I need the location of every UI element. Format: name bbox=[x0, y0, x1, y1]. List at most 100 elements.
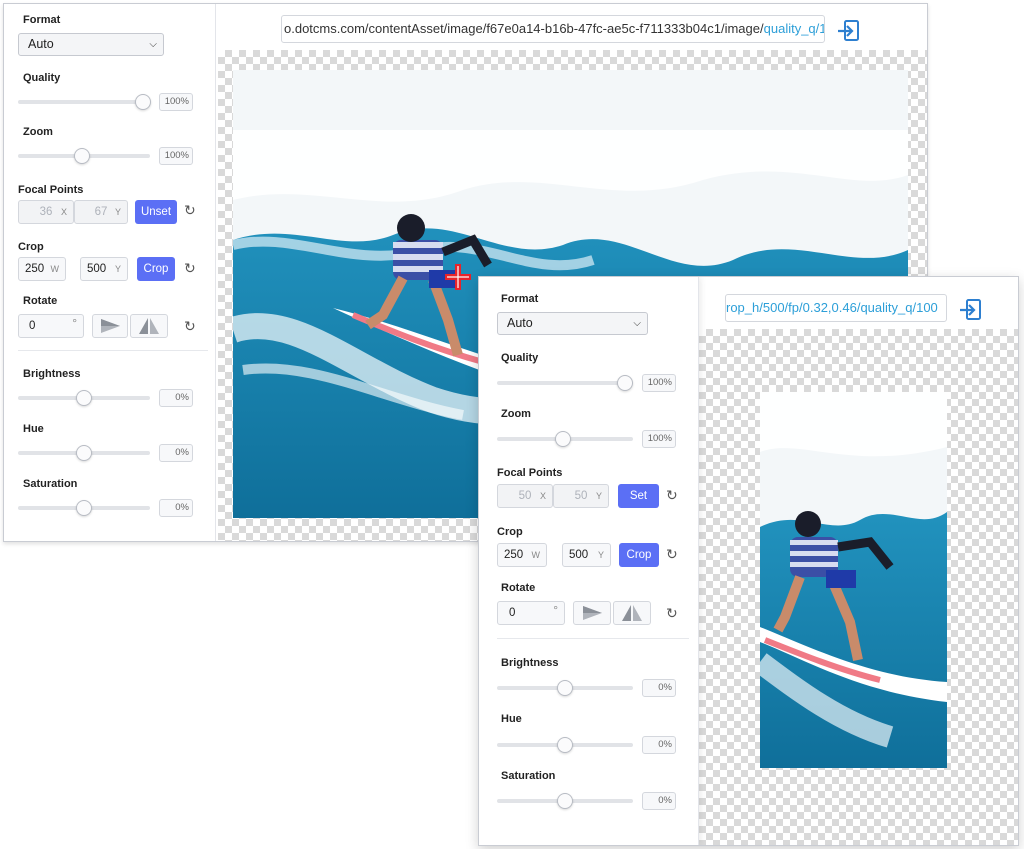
saturation-slider-handle[interactable] bbox=[76, 500, 92, 516]
url-visible: rop_h/500/fp/0.32,0.46/quality_q/100 bbox=[726, 300, 938, 315]
hue-slider-handle[interactable] bbox=[557, 737, 573, 753]
rotate-unit: ° bbox=[72, 316, 77, 330]
flip-vertical-icon bbox=[622, 605, 642, 621]
focal-x-field[interactable]: 50 X bbox=[497, 484, 553, 508]
focal-y-unit: Y bbox=[114, 207, 121, 217]
zoom-label: Zoom bbox=[23, 126, 53, 138]
focal-y-field[interactable]: 67 Y bbox=[74, 200, 128, 224]
crop-width-unit: W bbox=[531, 550, 541, 560]
export-icon[interactable] bbox=[958, 298, 984, 322]
hue-label: Hue bbox=[23, 423, 44, 435]
saturation-value[interactable]: 0% bbox=[642, 792, 676, 810]
format-value: Auto bbox=[28, 37, 54, 51]
flip-vertical-button[interactable] bbox=[613, 601, 651, 625]
saturation-label: Saturation bbox=[501, 770, 556, 782]
crop-width-value: 250 bbox=[25, 263, 45, 275]
rotate-label: Rotate bbox=[23, 295, 58, 307]
quality-slider[interactable] bbox=[18, 100, 150, 104]
reset-icon[interactable]: ↻ bbox=[184, 260, 196, 277]
brightness-value[interactable]: 0% bbox=[159, 389, 193, 407]
focal-y-field[interactable]: 50 Y bbox=[553, 484, 609, 508]
focal-point-crosshair-icon[interactable] bbox=[445, 264, 471, 290]
set-focal-button[interactable]: Set bbox=[618, 484, 659, 508]
quality-slider-handle[interactable] bbox=[617, 375, 633, 391]
rotate-value: 0 bbox=[509, 607, 516, 619]
reset-icon[interactable]: ↻ bbox=[666, 487, 678, 504]
brightness-label: Brightness bbox=[23, 368, 81, 380]
focal-x-unit: X bbox=[60, 207, 67, 217]
crop-height-field[interactable]: 500 Y bbox=[80, 257, 128, 281]
focal-x-value: 50 bbox=[518, 490, 532, 502]
image-url-field[interactable]: rop_h/500/fp/0.32,0.46/quality_q/100 bbox=[725, 294, 947, 322]
chevron-down-icon: ⌵ bbox=[149, 39, 157, 50]
focal-points-label: Focal Points bbox=[18, 184, 84, 196]
cropped-surfer-image bbox=[760, 392, 947, 768]
url-path: o.dotcms.com/contentAsset/image/f67e0a14… bbox=[284, 21, 764, 36]
crop-height-unit: Y bbox=[597, 550, 604, 560]
flip-horizontal-icon bbox=[101, 319, 120, 333]
crop-height-value: 500 bbox=[569, 549, 589, 561]
focal-x-field[interactable]: 36 X bbox=[18, 200, 74, 224]
rotate-unit: ° bbox=[553, 603, 558, 617]
crop-width-field[interactable]: 250 W bbox=[497, 543, 547, 567]
format-select[interactable]: Auto ⌵ bbox=[18, 33, 164, 56]
brightness-label: Brightness bbox=[501, 657, 559, 669]
export-icon[interactable] bbox=[836, 19, 862, 43]
saturation-slider-handle[interactable] bbox=[557, 793, 573, 809]
zoom-slider-handle[interactable] bbox=[74, 148, 90, 164]
crop-button[interactable]: Crop bbox=[137, 257, 175, 281]
unset-focal-button[interactable]: Unset bbox=[135, 200, 177, 224]
rotate-field[interactable]: 0 ° bbox=[18, 314, 84, 338]
quality-label: Quality bbox=[501, 352, 539, 364]
reset-icon[interactable]: ↻ bbox=[666, 605, 678, 622]
format-value: Auto bbox=[507, 316, 533, 330]
quality-value[interactable]: 100% bbox=[642, 374, 676, 392]
saturation-value[interactable]: 0% bbox=[159, 499, 193, 517]
hue-slider-handle[interactable] bbox=[76, 445, 92, 461]
crop-width-value: 250 bbox=[504, 549, 524, 561]
brightness-value[interactable]: 0% bbox=[642, 679, 676, 697]
flip-vertical-icon bbox=[139, 318, 159, 334]
saturation-label: Saturation bbox=[23, 478, 78, 490]
divider bbox=[497, 638, 689, 639]
reset-icon[interactable]: ↻ bbox=[184, 202, 196, 219]
crop-label: Crop bbox=[18, 241, 44, 253]
reset-icon[interactable]: ↻ bbox=[184, 318, 196, 335]
focal-y-unit: Y bbox=[595, 491, 602, 501]
quality-slider-handle[interactable] bbox=[135, 94, 151, 110]
image-editor-panel: Format Auto ⌵ Quality 100% Zoom 100% Foca… bbox=[4, 4, 216, 541]
zoom-label: Zoom bbox=[501, 408, 531, 420]
zoom-slider-handle[interactable] bbox=[555, 431, 571, 447]
hue-value[interactable]: 0% bbox=[642, 736, 676, 754]
reset-icon[interactable]: ↻ bbox=[666, 546, 678, 563]
quality-label: Quality bbox=[23, 72, 61, 84]
crop-width-field[interactable]: 250 W bbox=[18, 257, 66, 281]
focal-x-value: 36 bbox=[39, 206, 53, 218]
crop-button[interactable]: Crop bbox=[619, 543, 659, 567]
rotate-field[interactable]: 0 ° bbox=[497, 601, 565, 625]
brightness-slider-handle[interactable] bbox=[76, 390, 92, 406]
rotate-label: Rotate bbox=[501, 582, 536, 594]
chevron-down-icon: ⌵ bbox=[633, 318, 641, 329]
format-label: Format bbox=[23, 14, 61, 26]
focal-y-value: 67 bbox=[94, 206, 108, 218]
zoom-value[interactable]: 100% bbox=[642, 430, 676, 448]
crop-label: Crop bbox=[497, 526, 523, 538]
url-quality-param: quality_q/100 bbox=[763, 21, 824, 36]
divider bbox=[18, 350, 208, 351]
zoom-value[interactable]: 100% bbox=[159, 147, 193, 165]
focal-x-unit: X bbox=[539, 491, 546, 501]
format-select[interactable]: Auto ⌵ bbox=[497, 312, 648, 335]
flip-vertical-button[interactable] bbox=[130, 314, 168, 338]
hue-value[interactable]: 0% bbox=[159, 444, 193, 462]
flip-horizontal-button[interactable] bbox=[573, 601, 611, 625]
quality-slider[interactable] bbox=[497, 381, 633, 385]
image-editor-panel: Format Auto ⌵ Quality 100% Zoom 100% Foca… bbox=[479, 277, 699, 845]
hue-label: Hue bbox=[501, 713, 522, 725]
image-url-field[interactable]: o.dotcms.com/contentAsset/image/f67e0a14… bbox=[281, 15, 825, 43]
flip-horizontal-button[interactable] bbox=[92, 314, 128, 338]
crop-height-field[interactable]: 500 Y bbox=[562, 543, 611, 567]
brightness-slider-handle[interactable] bbox=[557, 680, 573, 696]
quality-value[interactable]: 100% bbox=[159, 93, 193, 111]
focal-points-label: Focal Points bbox=[497, 467, 563, 479]
